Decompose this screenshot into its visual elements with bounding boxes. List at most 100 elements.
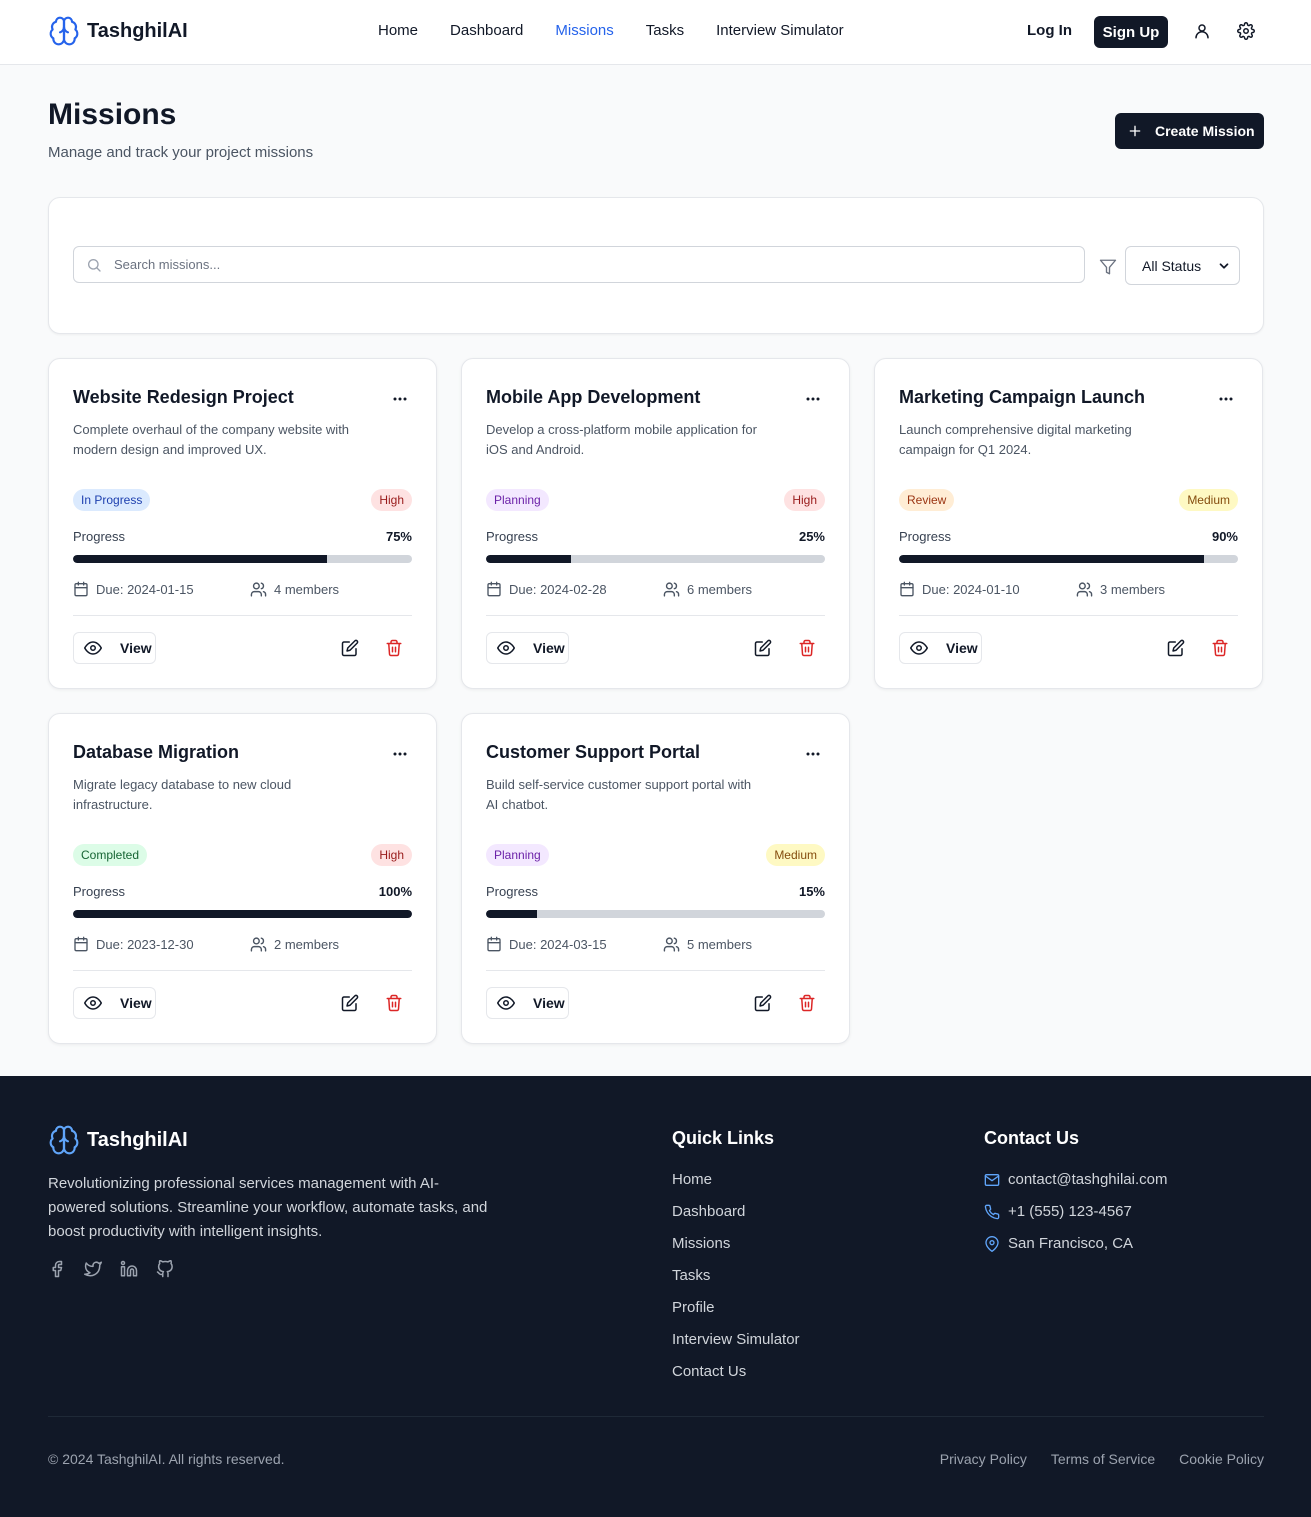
terms-of-service-link[interactable]: Terms of Service: [1051, 1451, 1155, 1467]
facebook-icon[interactable]: [48, 1260, 66, 1278]
login-button[interactable]: Log In: [1027, 22, 1072, 39]
create-mission-button[interactable]: Create Mission: [1115, 113, 1264, 149]
settings-gear-icon[interactable]: [1237, 22, 1255, 40]
search-icon: [86, 257, 102, 273]
more-options-icon[interactable]: [801, 744, 825, 764]
contact-email-text: contact@tashghilai.com: [1008, 1171, 1168, 1188]
users-icon: [663, 581, 680, 598]
brand-logo-link[interactable]: TashghilAI: [48, 15, 188, 47]
footer-link-interview-simulator[interactable]: Interview Simulator: [672, 1331, 800, 1363]
footer-link-home[interactable]: Home: [672, 1171, 800, 1203]
progress-value: 100%: [378, 884, 412, 899]
status-filter-select[interactable]: All Status: [1125, 246, 1240, 285]
linkedin-icon[interactable]: [120, 1260, 138, 1278]
due-date-text: Due: 2024-02-28: [509, 581, 607, 597]
mission-title: Mobile App Development: [486, 387, 701, 407]
mission-card: Marketing Campaign Launch Launch compreh…: [874, 358, 1263, 689]
view-button[interactable]: View: [486, 987, 569, 1019]
contact-email[interactable]: contact@tashghilai.com: [984, 1171, 1167, 1188]
mission-description: Migrate legacy database to new cloud inf…: [73, 777, 292, 812]
nav-missions[interactable]: Missions: [555, 22, 613, 39]
search-input[interactable]: [114, 257, 1014, 272]
edit-icon[interactable]: [341, 639, 359, 657]
edit-icon[interactable]: [341, 994, 359, 1012]
more-options-icon[interactable]: [388, 389, 412, 409]
more-options-icon[interactable]: [1214, 389, 1238, 409]
more-options-icon[interactable]: [801, 389, 825, 409]
mission-title: Website Redesign Project: [73, 387, 294, 407]
users-icon: [663, 936, 680, 953]
trash-icon[interactable]: [798, 994, 816, 1012]
map-pin-icon: [984, 1235, 1000, 1252]
progress-bar: [899, 555, 1238, 563]
contact-phone[interactable]: +1 (555) 123-4567: [984, 1203, 1132, 1220]
nav-interview-simulator[interactable]: Interview Simulator: [716, 22, 844, 39]
contact-location: San Francisco, CA: [984, 1235, 1133, 1252]
mission-title: Customer Support Portal: [486, 742, 701, 762]
footer-link-contact[interactable]: Contact Us: [672, 1363, 800, 1395]
calendar-icon: [486, 581, 502, 597]
mission-card: Website Redesign Project Complete overha…: [48, 358, 437, 689]
due-date-text: Due: 2023-12-30: [96, 936, 194, 952]
trash-icon[interactable]: [385, 994, 403, 1012]
mission-card: Customer Support Portal Build self-servi…: [461, 713, 850, 1044]
progress-bar: [486, 555, 825, 563]
status-badge: Planning: [486, 489, 549, 511]
edit-icon[interactable]: [1167, 639, 1185, 657]
card-divider: [73, 970, 412, 971]
nav-home[interactable]: Home: [378, 22, 418, 39]
progress-label: Progress: [899, 529, 952, 544]
progress-label: Progress: [486, 529, 539, 544]
user-icon[interactable]: [1193, 22, 1211, 40]
progress-value: 15%: [798, 884, 825, 899]
trash-icon[interactable]: [385, 639, 403, 657]
status-badge: Completed: [73, 844, 148, 866]
calendar-icon: [899, 581, 915, 597]
progress-fill: [73, 555, 328, 563]
trash-icon[interactable]: [798, 639, 816, 657]
signup-button[interactable]: Sign Up: [1094, 16, 1168, 48]
page-subtitle: Manage and track your project missions: [48, 144, 314, 161]
nav-dashboard[interactable]: Dashboard: [450, 22, 523, 39]
footer-brand[interactable]: TashghilAI: [48, 1124, 188, 1156]
priority-badge: High: [371, 489, 412, 511]
edit-icon[interactable]: [754, 639, 772, 657]
twitter-icon[interactable]: [84, 1260, 102, 1278]
legal-links: Privacy Policy Terms of Service Cookie P…: [940, 1451, 1264, 1467]
priority-badge: High: [371, 844, 412, 866]
mission-title: Database Migration: [73, 742, 240, 762]
progress-bar: [486, 910, 825, 918]
brain-icon: [48, 15, 80, 47]
view-button[interactable]: View: [899, 632, 982, 664]
member-count: 6 members: [663, 581, 752, 598]
nav-tasks[interactable]: Tasks: [646, 22, 684, 39]
card-divider: [486, 970, 825, 971]
social-links: [48, 1260, 174, 1278]
card-divider: [486, 615, 825, 616]
cookie-policy-link[interactable]: Cookie Policy: [1179, 1451, 1264, 1467]
trash-icon[interactable]: [1211, 639, 1229, 657]
eye-icon: [497, 994, 515, 1012]
mission-description: Develop a cross-platform mobile applicat…: [486, 422, 757, 457]
contact-phone-text: +1 (555) 123-4567: [1008, 1203, 1132, 1220]
footer-link-profile[interactable]: Profile: [672, 1299, 800, 1331]
users-icon: [250, 936, 267, 953]
filter-panel: All Status: [48, 197, 1264, 334]
view-button[interactable]: View: [73, 632, 156, 664]
view-button[interactable]: View: [73, 987, 156, 1019]
view-button[interactable]: View: [486, 632, 569, 664]
top-navbar: TashghilAI Home Dashboard Missions Tasks…: [0, 0, 1311, 65]
brain-icon: [48, 1124, 80, 1156]
footer-link-tasks[interactable]: Tasks: [672, 1267, 800, 1299]
more-options-icon[interactable]: [388, 744, 412, 764]
github-icon[interactable]: [156, 1260, 174, 1278]
status-badge: In Progress: [73, 489, 151, 511]
edit-icon[interactable]: [754, 994, 772, 1012]
footer-link-dashboard[interactable]: Dashboard: [672, 1203, 800, 1235]
mission-card: Mobile App Development Develop a cross-p…: [461, 358, 850, 689]
member-count: 5 members: [663, 936, 752, 953]
footer-link-missions[interactable]: Missions: [672, 1235, 800, 1267]
card-divider: [899, 615, 1238, 616]
due-date: Due: 2024-03-15: [486, 936, 607, 952]
privacy-policy-link[interactable]: Privacy Policy: [940, 1451, 1027, 1467]
